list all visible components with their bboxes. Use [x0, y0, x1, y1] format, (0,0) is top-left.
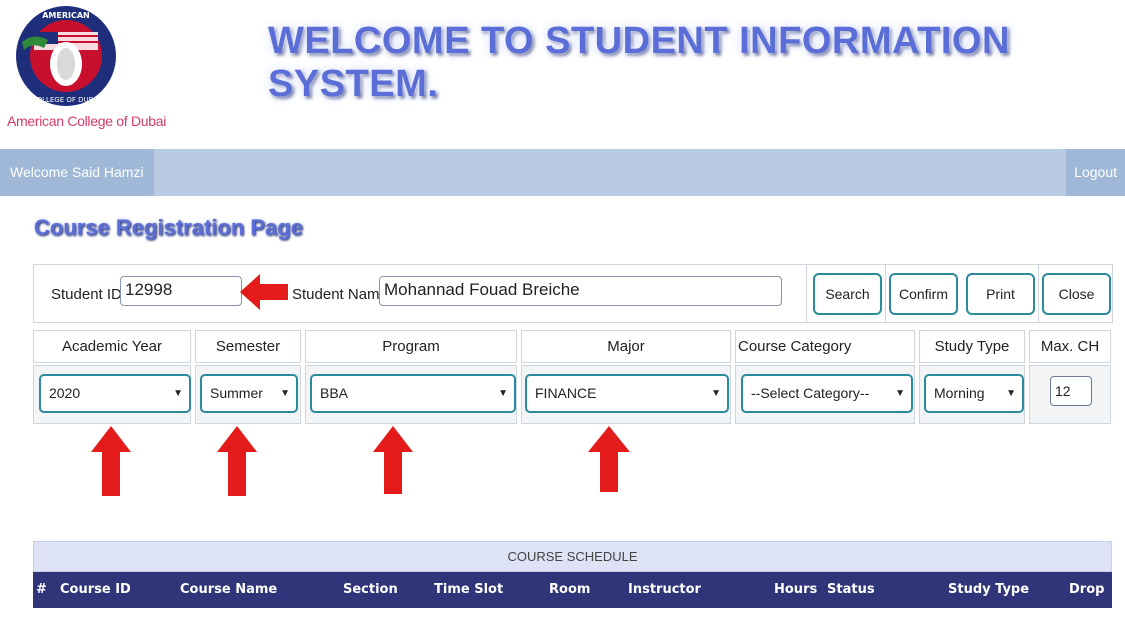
- program-select[interactable]: BBA ▼: [310, 374, 516, 413]
- arrow-up-icon: [373, 426, 413, 494]
- welcome-user-link[interactable]: Welcome Said Hamzi: [0, 149, 154, 196]
- chevron-down-icon: ▼: [895, 388, 905, 399]
- confirm-button[interactable]: Confirm: [889, 273, 958, 315]
- student-id-input[interactable]: 12998: [120, 276, 242, 306]
- close-button[interactable]: Close: [1042, 273, 1111, 315]
- arrow-up-icon: [588, 426, 630, 492]
- course-category-select[interactable]: --Select Category-- ▼: [741, 374, 913, 413]
- college-logo: AMERICAN COLLEGE OF DUBAI: [14, 2, 118, 108]
- schedule-header-row: # Course ID Course Name Section Time Slo…: [33, 572, 1112, 608]
- header-semester: Semester: [195, 330, 301, 363]
- program-value: BBA: [320, 385, 349, 401]
- col-study-type: Study Type: [948, 582, 1030, 597]
- arrow-up-icon: [91, 426, 131, 496]
- chevron-down-icon: ▼: [498, 388, 508, 399]
- study-type-value: Morning: [934, 385, 985, 401]
- filter-area: Academic Year Semester Program Major Cou…: [33, 330, 1113, 424]
- semester-cell: Summer ▼: [195, 365, 301, 424]
- header-academic-year: Academic Year: [33, 330, 191, 363]
- semester-value: Summer: [210, 385, 263, 401]
- top-navbar: Welcome Said Hamzi Logout: [0, 149, 1125, 196]
- print-button[interactable]: Print: [966, 273, 1035, 315]
- cell-divider: [885, 265, 886, 322]
- student-name-label: Student Name:: [292, 286, 393, 303]
- major-cell: FINANCE ▼: [521, 365, 731, 424]
- col-instructor: Instructor: [628, 582, 701, 597]
- header-course-category: Course Category: [735, 330, 915, 363]
- semester-select[interactable]: Summer ▼: [200, 374, 298, 413]
- course-category-cell: --Select Category-- ▼: [735, 365, 915, 424]
- student-id-label: Student ID:: [51, 286, 127, 303]
- max-ch-input[interactable]: 12: [1050, 376, 1092, 406]
- major-select[interactable]: FINANCE ▼: [525, 374, 729, 413]
- academic-year-select[interactable]: 2020 ▼: [39, 374, 191, 413]
- col-section: Section: [343, 582, 398, 597]
- col-status: Status: [827, 582, 875, 597]
- cell-divider: [806, 265, 807, 322]
- chevron-down-icon: ▼: [173, 388, 183, 399]
- student-name-input[interactable]: Mohannad Fouad Breiche: [379, 276, 782, 306]
- col-drop: Drop: [1069, 582, 1105, 597]
- svg-text:COLLEGE OF DUBAI: COLLEGE OF DUBAI: [32, 96, 101, 104]
- header-study-type: Study Type: [919, 330, 1025, 363]
- max-ch-cell: 12: [1029, 365, 1111, 424]
- page-title: Course Registration Page: [34, 215, 303, 240]
- svg-text:AMERICAN: AMERICAN: [42, 11, 90, 20]
- cell-divider: [1038, 265, 1039, 322]
- col-room: Room: [549, 582, 591, 597]
- col-course-name: Course Name: [180, 582, 278, 597]
- chevron-down-icon: ▼: [280, 388, 290, 399]
- search-button[interactable]: Search: [813, 273, 882, 315]
- study-type-cell: Morning ▼: [919, 365, 1025, 424]
- header-major: Major: [521, 330, 731, 363]
- schedule-caption: COURSE SCHEDULE: [33, 541, 1112, 572]
- arrow-left-icon: [240, 274, 288, 310]
- logout-button[interactable]: Logout: [1066, 149, 1125, 196]
- student-info-row: Student ID: 12998 Student Name: Mohannad…: [33, 264, 1113, 323]
- col-time-slot: Time Slot: [434, 582, 504, 597]
- course-schedule-table: COURSE SCHEDULE # Course ID Course Name …: [33, 541, 1112, 608]
- header-program: Program: [305, 330, 517, 363]
- study-type-select[interactable]: Morning ▼: [924, 374, 1024, 413]
- arrow-up-icon: [217, 426, 257, 496]
- major-value: FINANCE: [535, 385, 597, 401]
- col-course-id: Course ID: [60, 582, 131, 597]
- chevron-down-icon: ▼: [1006, 388, 1016, 399]
- academic-year-value: 2020: [49, 385, 81, 401]
- academic-year-cell: 2020 ▼: [33, 365, 191, 424]
- col-hours: Hours: [774, 582, 818, 597]
- program-cell: BBA ▼: [305, 365, 517, 424]
- col-number: #: [36, 582, 47, 597]
- banner-title: WELCOME TO STUDENT INFORMATION SYSTEM.: [268, 20, 1010, 105]
- chevron-down-icon: ▼: [711, 388, 721, 399]
- course-category-value: --Select Category--: [751, 385, 870, 401]
- college-name: American College of Dubai: [7, 113, 167, 129]
- header-max-ch: Max. CH: [1029, 330, 1111, 363]
